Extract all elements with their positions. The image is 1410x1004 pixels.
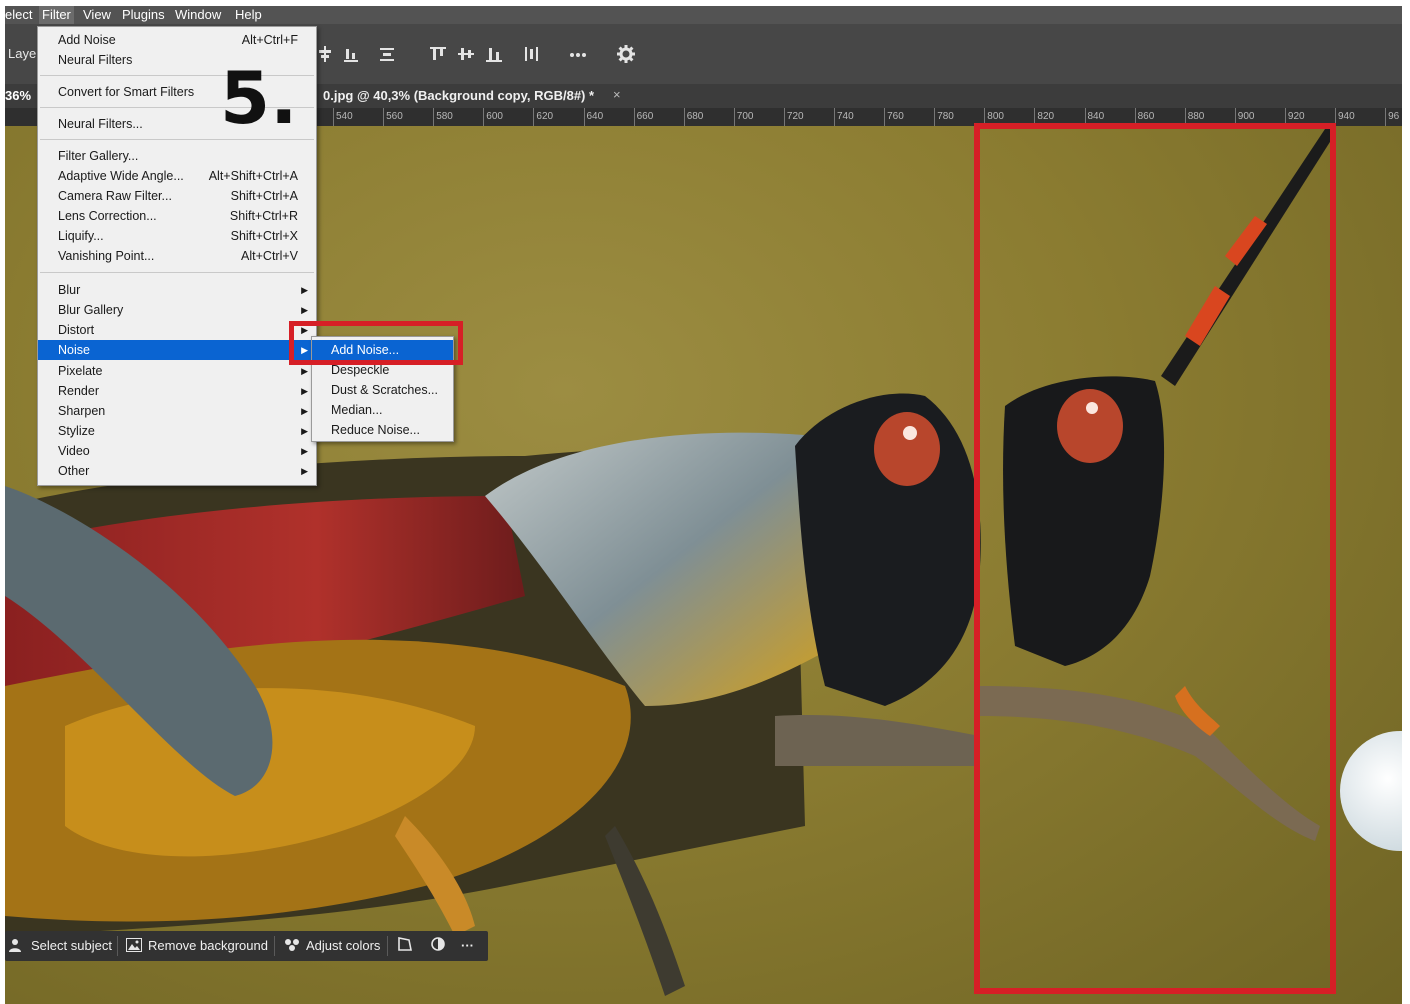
ruler-tick-label: 660 bbox=[633, 108, 654, 126]
ruler-tick-label: 720 bbox=[783, 108, 804, 126]
ruler-tick-label: 640 bbox=[583, 108, 604, 126]
menu-plugins[interactable]: Plugins bbox=[122, 7, 165, 22]
highlight-box-add-noise bbox=[289, 321, 463, 365]
ruler-tick-label: 580 bbox=[433, 108, 453, 126]
submenu-item-dust-scratches[interactable]: Dust & Scratches... bbox=[312, 380, 453, 400]
menu-bar: elect Filter View Plugins Window Help bbox=[5, 6, 1402, 24]
ruler-tick-label: 940 bbox=[1335, 108, 1355, 126]
ruler-tick-label: 820 bbox=[1034, 108, 1055, 126]
layer-dropdown-label[interactable]: Laye bbox=[8, 46, 36, 61]
submenu-arrow-icon: ▶ bbox=[301, 446, 308, 456]
divider bbox=[117, 936, 118, 956]
transform-icon[interactable] bbox=[397, 936, 413, 958]
ruler-tick-label: 540 bbox=[333, 108, 353, 126]
submenu-item-reduce-noise[interactable]: Reduce Noise... bbox=[312, 420, 453, 440]
submenu-arrow-icon: ▶ bbox=[301, 386, 308, 396]
menu-item-add-noise-last[interactable]: Add Noise Alt+Ctrl+F bbox=[38, 30, 316, 50]
distribute-icon[interactable] bbox=[377, 44, 397, 64]
photoshop-window: elect Filter View Plugins Window Help La… bbox=[5, 6, 1402, 1004]
menu-view[interactable]: View bbox=[83, 7, 111, 22]
ruler-tick-label: 800 bbox=[984, 108, 1004, 126]
menu-item-pixelate[interactable]: Pixelate ▶ bbox=[38, 361, 316, 381]
menu-item-camera-raw-filter[interactable]: Camera Raw Filter... Shift+Ctrl+A bbox=[38, 186, 316, 206]
highlight-box-result bbox=[974, 123, 1336, 994]
more-icon[interactable]: ··· bbox=[461, 935, 474, 957]
menu-item-lens-correction[interactable]: Lens Correction... Shift+Ctrl+R bbox=[38, 206, 316, 226]
ruler-tick-label: 780 bbox=[934, 108, 954, 126]
ruler-tick-label: 760 bbox=[884, 108, 904, 126]
distribute-bottom-icon[interactable] bbox=[484, 44, 504, 64]
menu-item-render[interactable]: Render ▶ bbox=[38, 381, 316, 401]
ruler-tick-label: 840 bbox=[1084, 108, 1105, 126]
menu-item-adaptive-wide-angle[interactable]: Adaptive Wide Angle... Alt+Shift+Ctrl+A bbox=[38, 166, 316, 186]
menu-help[interactable]: Help bbox=[235, 7, 262, 22]
step-number-label: 5. bbox=[220, 56, 298, 140]
image-icon bbox=[126, 937, 142, 952]
ruler-tick-label: 920 bbox=[1284, 108, 1305, 126]
ruler-tick-label: 700 bbox=[733, 108, 754, 126]
zoom-level: 36% bbox=[5, 88, 32, 103]
submenu-arrow-icon: ▶ bbox=[301, 426, 308, 436]
divider bbox=[274, 936, 275, 956]
document-tab-title[interactable]: 0.jpg @ 40,3% (Background copy, RGB/8#) … bbox=[323, 88, 594, 103]
align-vertical-centers-icon[interactable] bbox=[315, 44, 335, 64]
menu-item-filter-gallery[interactable]: Filter Gallery... bbox=[38, 146, 316, 166]
menu-filter[interactable]: Filter bbox=[39, 6, 74, 24]
menu-item-blur[interactable]: Blur ▶ bbox=[38, 280, 316, 300]
more-options-icon[interactable] bbox=[568, 44, 588, 64]
submenu-arrow-icon: ▶ bbox=[301, 305, 308, 315]
gear-icon[interactable] bbox=[616, 44, 636, 64]
ruler-tick-label: 900 bbox=[1234, 108, 1255, 126]
contextual-task-bar: Select subject Remove background Adjust … bbox=[5, 931, 488, 961]
ruler-tick-label: 880 bbox=[1184, 108, 1205, 126]
menu-window[interactable]: Window bbox=[175, 7, 221, 22]
distribute-top-icon[interactable] bbox=[428, 44, 448, 64]
menu-item-liquify[interactable]: Liquify... Shift+Ctrl+X bbox=[38, 226, 316, 246]
menu-item-other[interactable]: Other ▶ bbox=[38, 461, 316, 481]
mask-icon[interactable] bbox=[430, 936, 446, 958]
ruler-tick-label: 740 bbox=[834, 108, 854, 126]
color-circles-icon bbox=[284, 937, 300, 951]
ruler-tick-label: 96 bbox=[1385, 108, 1400, 126]
ruler-tick-label: 620 bbox=[533, 108, 554, 126]
adjust-colors-button[interactable]: Adjust colors bbox=[284, 935, 380, 957]
menu-item-noise[interactable]: Noise ▶ bbox=[38, 340, 316, 360]
menu-item-stylize[interactable]: Stylize ▶ bbox=[38, 421, 316, 441]
menu-item-blur-gallery[interactable]: Blur Gallery ▶ bbox=[38, 300, 316, 320]
distribute-horizontal-icon[interactable] bbox=[521, 44, 541, 64]
submenu-item-median[interactable]: Median... bbox=[312, 400, 453, 420]
select-subject-button[interactable]: Select subject bbox=[9, 935, 112, 957]
menu-item-video[interactable]: Video ▶ bbox=[38, 441, 316, 461]
menu-item-distort[interactable]: Distort ▶ bbox=[38, 320, 316, 340]
submenu-arrow-icon: ▶ bbox=[301, 466, 308, 476]
menu-item-vanishing-point[interactable]: Vanishing Point... Alt+Ctrl+V bbox=[38, 246, 316, 266]
person-icon bbox=[9, 937, 25, 952]
close-tab-icon[interactable]: × bbox=[613, 87, 621, 102]
align-bottom-edges-icon[interactable] bbox=[341, 44, 361, 64]
ruler-tick-label: 560 bbox=[383, 108, 403, 126]
distribute-center-icon[interactable] bbox=[456, 44, 476, 64]
ruler-tick-label: 680 bbox=[683, 108, 704, 126]
submenu-arrow-icon: ▶ bbox=[301, 285, 308, 295]
divider bbox=[387, 936, 388, 956]
menu-item-sharpen[interactable]: Sharpen ▶ bbox=[38, 401, 316, 421]
menu-separator bbox=[40, 272, 314, 273]
ruler-tick-label: 860 bbox=[1134, 108, 1155, 126]
remove-background-button[interactable]: Remove background bbox=[126, 935, 268, 957]
submenu-arrow-icon: ▶ bbox=[301, 406, 308, 416]
ruler-tick-label: 600 bbox=[483, 108, 503, 126]
menu-select[interactable]: elect bbox=[5, 7, 32, 22]
